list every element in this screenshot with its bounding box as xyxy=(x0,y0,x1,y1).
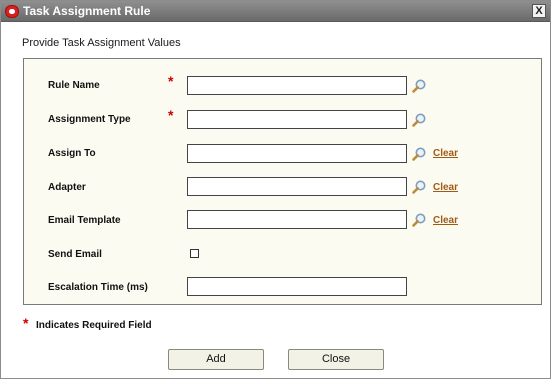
form-subtitle: Provide Task Assignment Values xyxy=(22,37,181,49)
email-template-search-icon[interactable] xyxy=(411,212,427,228)
adapter-input[interactable] xyxy=(187,177,407,196)
email-template-clear-link[interactable]: Clear xyxy=(433,215,458,226)
assignment-type-search-icon[interactable] xyxy=(411,112,427,128)
task-assignment-dialog: Task Assignment Rule X Provide Task Assi… xyxy=(0,0,551,379)
assign-to-clear-link[interactable]: Clear xyxy=(433,148,458,159)
adapter-search-icon[interactable] xyxy=(411,179,427,195)
close-window-button[interactable]: X xyxy=(532,4,546,18)
oracle-logo-icon xyxy=(5,5,19,18)
escalation-time-input[interactable] xyxy=(187,277,407,296)
rule-name-search-icon[interactable] xyxy=(411,78,427,94)
adapter-clear-link[interactable]: Clear xyxy=(433,182,458,193)
assign-to-label: Assign To xyxy=(48,148,96,159)
required-note-marker: * xyxy=(23,315,29,331)
close-button[interactable]: Close xyxy=(288,349,384,370)
send-email-label: Send Email xyxy=(48,249,102,260)
rule-name-input[interactable] xyxy=(187,76,407,95)
add-button[interactable]: Add xyxy=(168,349,264,370)
rule-name-label: Rule Name xyxy=(48,80,100,91)
dialog-title: Task Assignment Rule xyxy=(23,4,151,18)
assignment-type-input[interactable] xyxy=(187,110,407,129)
assign-to-search-icon[interactable] xyxy=(411,146,427,162)
title-bar[interactable]: Task Assignment Rule X xyxy=(1,1,550,22)
email-template-input[interactable] xyxy=(187,210,407,229)
assignment-type-required-marker: * xyxy=(168,107,174,123)
adapter-label: Adapter xyxy=(48,182,86,193)
assignment-type-label: Assignment Type xyxy=(48,114,131,125)
rule-name-required-marker: * xyxy=(168,73,174,89)
escalation-time-label: Escalation Time (ms) xyxy=(48,282,148,293)
assign-to-input[interactable] xyxy=(187,144,407,163)
email-template-label: Email Template xyxy=(48,215,121,226)
required-field-note: Indicates Required Field xyxy=(36,320,152,331)
send-email-checkbox[interactable] xyxy=(190,249,199,258)
